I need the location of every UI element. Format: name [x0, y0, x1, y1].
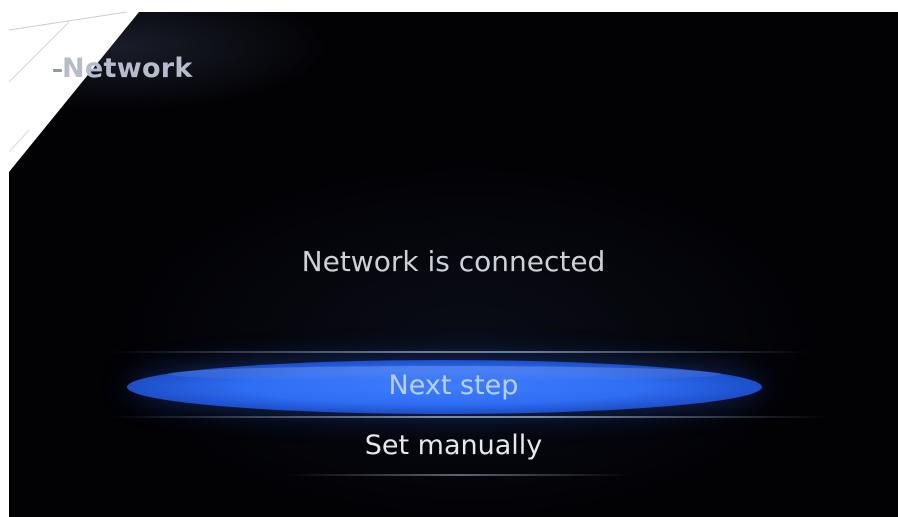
menu-divider-middle: [109, 416, 829, 418]
network-menu: Next step Set manually: [9, 350, 898, 490]
menu-divider-bottom: [289, 474, 629, 476]
title-dash-decoration: [53, 69, 62, 72]
next-step-button[interactable]: Next step: [9, 358, 898, 414]
page-title: Network: [62, 53, 193, 84]
tv-screen: Network Network is connected Next step S…: [9, 12, 898, 517]
next-step-label: Next step: [388, 370, 519, 401]
menu-divider-top: [109, 351, 809, 353]
page-curl-graphic: [9, 12, 139, 172]
set-manually-button[interactable]: Set manually: [9, 422, 898, 470]
set-manually-label: Set manually: [364, 430, 543, 461]
connection-status-text: Network is connected: [301, 245, 606, 278]
